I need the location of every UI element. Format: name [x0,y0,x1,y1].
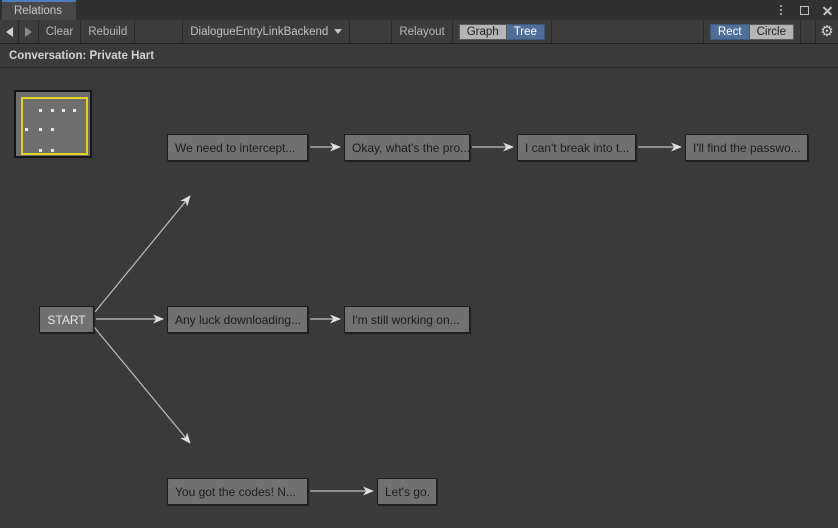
minimap-node-dot [51,109,54,112]
arrow-left-icon [5,26,13,37]
minimap-node-dot [39,128,42,131]
tab-relations-label: Relations [14,5,62,17]
maximize-button[interactable] [797,3,811,17]
clear-button[interactable]: Clear [39,20,82,43]
minimap[interactable] [14,90,92,158]
minimap-node-dot [39,149,42,152]
graph-node-n6[interactable]: I'm still working on... [344,306,470,333]
minimap-node-dot [51,128,54,131]
graph-canvas[interactable]: START We need to intercept... Okay, what's… [0,69,838,528]
toolbar-gap-4 [801,20,816,43]
graph-node-label: I can't break into t... [525,140,630,155]
layout-mode-tree[interactable]: Tree [506,23,545,40]
graph-node-n1[interactable]: We need to intercept... [167,134,308,161]
more-options-button[interactable] [774,3,788,17]
settings-button[interactable]: ⚙ [816,20,838,43]
layout-mode-toggle: Graph Tree [453,20,552,43]
shape-mode-toggle: Rect Circle [704,20,801,43]
layout-mode-tree-label: Tree [513,25,537,38]
graph-edge-start-to-n7 [93,326,191,444]
toolbar-gap-3 [552,20,704,43]
graph-node-n8[interactable]: Let's go. [377,478,437,505]
arrow-right-icon [25,26,33,37]
graph-node-n7[interactable]: You got the codes! N... [167,478,308,505]
graph-node-n3[interactable]: I can't break into t... [517,134,636,161]
graph-node-n2[interactable]: Okay, what's the pro... [344,134,470,161]
graph-node-label: Any luck downloading... [175,312,302,327]
shape-mode-circle[interactable]: Circle [749,23,794,40]
graph-node-label: You got the codes! N... [175,484,296,499]
graph-edge-start-to-n1 [94,195,191,313]
layout-mode-graph-label: Graph [466,25,499,38]
window-controls [774,0,834,20]
chevron-down-icon [334,29,343,34]
conversation-header: Conversation: Private Hart [0,45,838,68]
graph-node-label: I'll find the passwo... [693,140,801,155]
relayout-button-label: Relayout [399,25,445,38]
tab-strip: Relations [0,0,838,21]
minimap-viewport[interactable] [21,97,88,155]
minimap-node-dot [51,149,54,152]
conversation-title: Conversation: Private Hart [9,50,155,62]
relayout-button[interactable]: Relayout [392,20,453,43]
gear-icon: ⚙ [820,23,834,40]
graph-node-label: START [47,312,86,327]
tab-relations[interactable]: Relations [2,0,76,20]
minimap-node-dot [62,109,65,112]
rebuild-button[interactable]: Rebuild [81,20,136,43]
minimap-node-dot [73,109,76,112]
close-icon [822,5,833,16]
close-button[interactable] [820,3,834,17]
graph-node-start[interactable]: START [39,306,94,333]
kebab-menu-icon [780,5,782,15]
graph-node-label: We need to intercept... [175,140,296,155]
graph-node-label: Okay, what's the pro... [352,140,470,155]
maximize-icon [799,5,809,15]
minimap-node-dot [39,109,42,112]
shape-mode-rect[interactable]: Rect [709,23,750,40]
toolbar-gap-1 [135,20,184,43]
nav-back-button[interactable] [0,20,20,43]
clear-button-label: Clear [45,25,74,38]
toolbar-gap-2 [350,20,393,43]
graph-node-label: I'm still working on... [352,312,460,327]
graph-node-n5[interactable]: Any luck downloading... [167,306,308,333]
backend-dropdown[interactable]: DialogueEntryLinkBackend [183,20,351,43]
minimap-node-dot [25,128,28,131]
rebuild-button-label: Rebuild [88,25,128,38]
backend-dropdown-label: DialogueEntryLinkBackend [190,25,329,38]
relations-window: Relations Clear Rebuild DialogueEntryLin… [0,0,838,528]
toolbar: Clear Rebuild DialogueEntryLinkBackend R… [0,20,838,44]
graph-node-label: Let's go. [385,484,430,499]
nav-forward-button[interactable] [19,20,39,43]
graph-node-n4[interactable]: I'll find the passwo... [685,134,808,161]
layout-mode-graph[interactable]: Graph [458,23,507,40]
shape-mode-rect-label: Rect [717,25,742,38]
shape-mode-circle-label: Circle [756,25,786,38]
